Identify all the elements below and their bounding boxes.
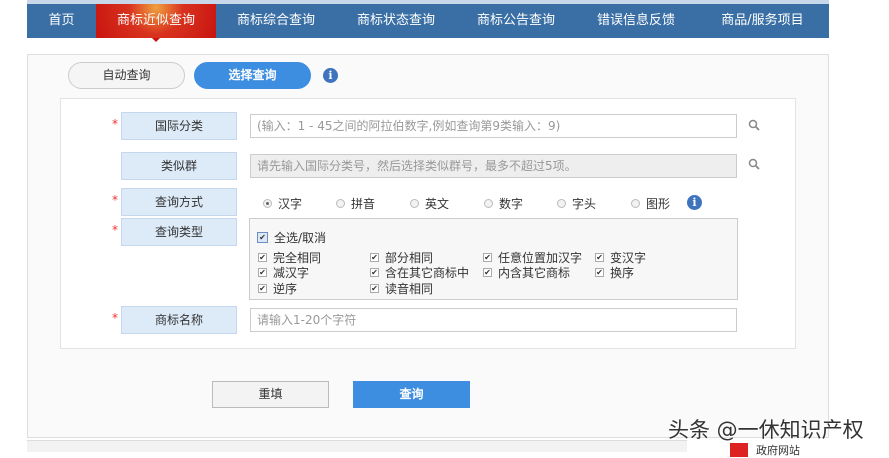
trademark-name-label: 商标名称 [121,306,237,334]
checkbox-item[interactable]: ✔ 逆序 [258,280,297,297]
checkbox-checked-icon: ✔ [258,284,267,293]
query-method-label: 查询方式 [121,188,237,216]
checkbox-checked-icon: ✔ [370,284,379,293]
checkbox-checked-icon: ✔ [370,253,379,262]
select-query-tab[interactable]: 选择查询 [194,62,311,89]
nav-goods-services[interactable]: 商品/服务项目 [696,4,829,38]
nav-status-search[interactable]: 商标状态查询 [336,4,456,38]
checkbox-checked-icon: ✔ [595,268,604,277]
checkbox-label: 读音相同 [385,282,434,296]
gov-site-link[interactable]: 政府网站 [730,442,800,458]
required-mark: * [112,193,118,207]
checkbox-checked-icon: ✔ [595,253,604,262]
radio-icon [631,199,640,208]
checkbox-checked-icon: ✔ [258,268,267,277]
auto-query-tab[interactable]: 自动查询 [68,62,185,89]
radio-label: 英文 [425,197,450,211]
radio-english[interactable]: 英文 [410,195,449,212]
info-icon[interactable]: i [687,195,702,210]
intl-class-label: 国际分类 [121,112,237,140]
checkbox-checked-icon: ✔ [257,232,268,243]
footer-strip [27,440,687,452]
reset-button[interactable]: 重填 [212,381,329,408]
nav-similar-search[interactable]: 商标近似查询 [96,4,216,42]
radio-number[interactable]: 数字 [484,195,523,212]
checkbox-item[interactable]: ✔ 读音相同 [370,280,433,297]
checkbox-item[interactable]: ✔ 减汉字 [258,264,309,281]
checkbox-label: 含在其它商标中 [385,266,470,280]
radio-selected-icon [263,199,272,208]
intl-class-input[interactable]: (输入：1 - 45之间的阿拉伯数字,例如查询第9类输入：9) [250,114,737,138]
radio-icon [336,199,345,208]
radio-icon [557,199,566,208]
nav-home[interactable]: 首页 [27,4,96,38]
radio-hanzi[interactable]: 汉字 [263,195,302,212]
gov-site-label: 政府网站 [756,444,800,457]
checkbox-label: 换序 [610,266,635,280]
info-icon[interactable]: i [323,68,338,83]
checkbox-item[interactable]: ✔ 含在其它商标中 [370,264,469,281]
gov-emblem-icon [730,443,748,457]
checkbox-label: 内含其它商标 [498,266,571,280]
nav-announcement-search[interactable]: 商标公告查询 [456,4,576,38]
radio-graphic[interactable]: 图形 [631,195,670,212]
checkbox-checked-icon: ✔ [483,268,492,277]
radio-label: 数字 [499,197,524,211]
checkbox-checked-icon: ✔ [258,253,267,262]
checkbox-label: 全选/取消 [274,231,327,245]
query-type-label: 查询类型 [121,218,237,246]
checkbox-checked-icon: ✔ [370,268,379,277]
radio-label: 汉字 [278,197,303,211]
checkbox-label: 减汉字 [273,266,310,280]
radio-icon [410,199,419,208]
checkbox-item[interactable]: ✔ 换序 [595,264,634,281]
similar-group-input[interactable]: 请先输入国际分类号，然后选择类似群号，最多不超过5项。 [250,154,737,178]
radio-icon [484,199,493,208]
required-mark: * [112,311,118,325]
checkbox-label: 逆序 [273,282,298,296]
radio-label: 字头 [572,197,597,211]
watermark: 头条 @一休知识产权 [668,418,864,442]
radio-initial[interactable]: 字头 [557,195,596,212]
nav-comprehensive-search[interactable]: 商标综合查询 [216,4,336,38]
main-nav: 首页 商标近似查询 商标综合查询 商标状态查询 商标公告查询 错误信息反馈 商品… [27,4,829,42]
select-all-checkbox[interactable]: ✔ 全选/取消 [257,229,326,246]
nav-error-feedback[interactable]: 错误信息反馈 [576,4,696,38]
checkbox-checked-icon: ✔ [483,253,492,262]
required-mark: * [112,117,118,131]
query-button[interactable]: 查询 [353,381,470,408]
similar-group-label: 类似群 [121,152,237,180]
trademark-name-input[interactable]: 请输入1-20个字符 [250,308,737,332]
search-icon[interactable] [748,158,760,170]
search-icon[interactable] [748,119,760,131]
radio-label: 图形 [646,197,671,211]
radio-pinyin[interactable]: 拼音 [336,195,375,212]
checkbox-item[interactable]: ✔ 内含其它商标 [483,264,570,281]
radio-label: 拼音 [351,197,376,211]
required-mark: * [112,223,118,237]
